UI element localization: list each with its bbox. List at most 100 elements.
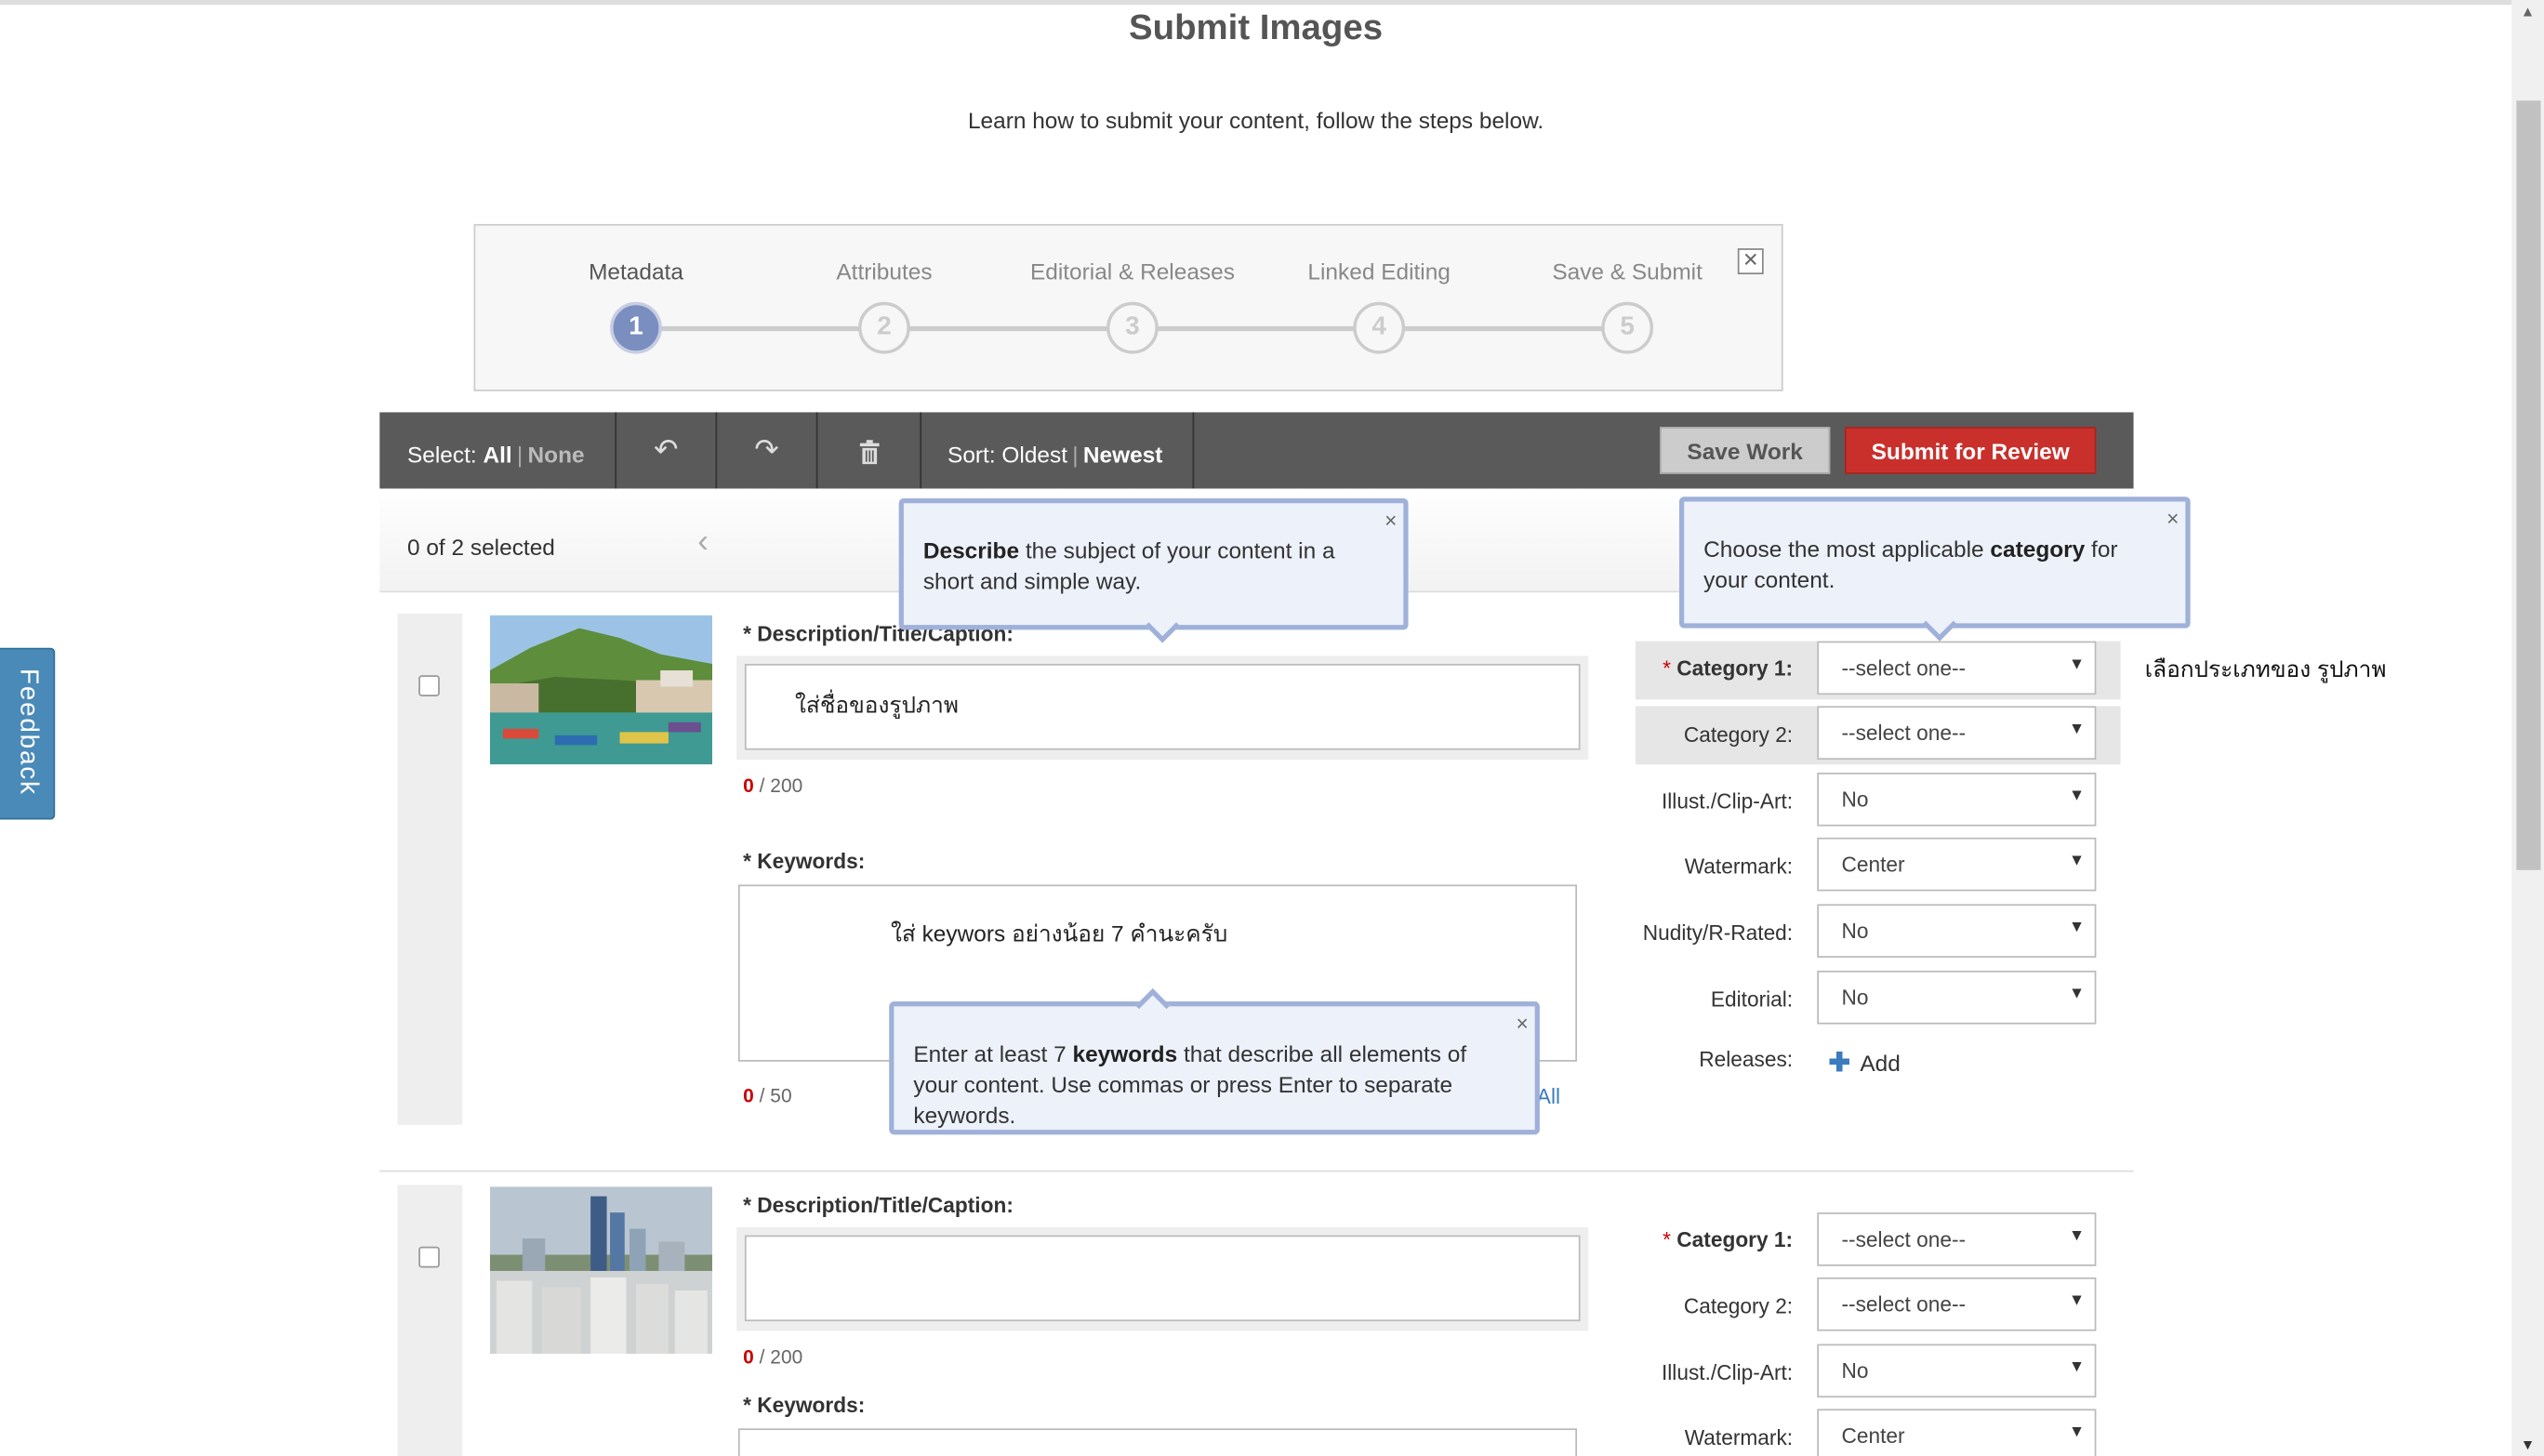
description-input[interactable]: ใส่ชื่อของรูปภาพ [744, 664, 1581, 750]
page-intro: Learn how to submit your content, follow… [967, 107, 1544, 134]
submit-for-review-button[interactable]: Submit for Review [1844, 427, 2097, 474]
thumbnail-image[interactable] [489, 615, 713, 765]
step-label: Editorial & Releases [1029, 258, 1235, 285]
trash-icon [858, 439, 879, 464]
category2-select[interactable]: --select one-- ▼ [1817, 706, 2097, 761]
close-icon[interactable]: ✕ [1737, 248, 1764, 275]
category1-label-text: Category 1: [1676, 655, 1794, 681]
close-icon[interactable]: × [1516, 1008, 1528, 1039]
select-value: --select one-- [1841, 655, 1967, 681]
scroll-down-icon[interactable]: ▼ [2511, 1434, 2544, 1456]
illust-select[interactable]: No ▼ [1817, 1343, 2097, 1398]
chevron-left-icon[interactable]: ‹ [697, 524, 709, 562]
selected-count: 0 of 2 selected [406, 534, 555, 561]
item-checkbox-column [397, 1185, 463, 1456]
select-value: Center [1841, 1423, 1905, 1449]
delete-button[interactable] [817, 412, 922, 489]
step-number: 2 [858, 301, 910, 354]
illust-label: Illust./Clip-Art: [1661, 788, 1794, 814]
feedback-tab[interactable]: Feedback [0, 647, 56, 820]
item-checkbox[interactable] [418, 1246, 440, 1268]
category-annotation: เลือกประเภทของ รูปภาพ [2144, 655, 2387, 682]
caret-down-icon: ▼ [2068, 787, 2086, 805]
select-label: Select: [406, 441, 477, 468]
keywords-label: * Keywords: [743, 849, 866, 874]
select-control: Select: All | None [379, 412, 617, 489]
step-number: 1 [610, 301, 662, 354]
page-title: Submit Images [1129, 6, 1384, 47]
nudity-select[interactable]: No ▼ [1817, 904, 2097, 959]
description-counter: 0 / 200 [743, 1345, 802, 1368]
add-release-button[interactable]: ✚ Add [1829, 1047, 1901, 1079]
char-max: / 200 [759, 1345, 803, 1369]
redo-button[interactable]: ↷ [717, 412, 818, 489]
watermark-select[interactable]: Center ▼ [1817, 837, 2097, 892]
thumbnail-image[interactable] [489, 1186, 713, 1355]
close-icon[interactable]: × [1385, 505, 1397, 536]
char-count: 0 [743, 1345, 754, 1369]
char-max: / 200 [759, 774, 803, 798]
step-label: Attributes [836, 258, 933, 285]
select-all-link[interactable]: All [483, 442, 511, 468]
step-number: 5 [1601, 301, 1654, 354]
plus-icon: ✚ [1828, 1050, 1850, 1079]
select-value: No [1841, 985, 1869, 1010]
category2-label: Category 2: [1683, 1293, 1794, 1318]
char-count: 0 [743, 774, 754, 798]
feedback-label: Feedback [14, 668, 43, 796]
sort-newest-link[interactable]: Newest [1083, 442, 1163, 468]
category1-label: * Category 1: [1663, 1226, 1794, 1252]
step-label: Metadata [589, 258, 683, 285]
caret-down-icon: ▼ [2068, 1358, 2086, 1377]
step-label: Save & Submit [1552, 258, 1703, 285]
item-checkbox[interactable] [418, 675, 440, 696]
scroll-thumb[interactable] [2516, 100, 2541, 870]
category-tooltip: × Choose the most applicable category fo… [1678, 496, 2191, 642]
watermark-label: Watermark: [1684, 1424, 1794, 1450]
category1-select[interactable]: --select one-- ▼ [1817, 1212, 2097, 1266]
caret-down-icon: ▼ [2068, 1423, 2086, 1442]
undo-button[interactable]: ↶ [616, 412, 718, 489]
caret-down-icon: ▼ [2068, 985, 2086, 1003]
step-number: 3 [1106, 301, 1159, 354]
toolbar: Select: All | None ↶ ↷ Sort: Oldest | Newest… [379, 412, 2134, 489]
page: Submit Images Learn how to submit your c… [0, 0, 2544, 1456]
separator: | [516, 441, 523, 468]
caret-down-icon: ▼ [2068, 1291, 2086, 1310]
close-icon[interactable]: × [2166, 503, 2179, 534]
tooltip-text: Choose the most applicable [1703, 536, 1991, 563]
select-value: --select one-- [1841, 1226, 1967, 1252]
vertical-scrollbar[interactable]: ▲ ▼ [2511, 0, 2544, 1456]
category1-select[interactable]: --select one-- ▼ [1817, 641, 2097, 695]
tooltip-bold: keywords [1072, 1040, 1178, 1067]
top-border [0, 0, 2512, 6]
tooltip-arrow [1145, 608, 1180, 643]
sort-oldest-link[interactable]: Oldest [1001, 442, 1067, 468]
select-value: --select one-- [1841, 1291, 1967, 1317]
watermark-label: Watermark: [1684, 854, 1794, 879]
description-input[interactable] [744, 1235, 1581, 1322]
editorial-select[interactable]: No ▼ [1817, 971, 2097, 1025]
cityscape-photo [489, 1186, 713, 1355]
caret-down-icon: ▼ [2068, 655, 2086, 674]
add-release-label: Add [1860, 1050, 1901, 1077]
item-divider [379, 1170, 2134, 1172]
select-value: No [1841, 919, 1869, 944]
select-none-link[interactable]: None [528, 442, 585, 468]
save-work-button[interactable]: Save Work [1660, 427, 1831, 474]
keywords-tooltip: × Enter at least 7 keywords that describ… [889, 988, 1540, 1135]
sort-control: Sort: Oldest | Newest [921, 412, 1195, 489]
keywords-input[interactable] [737, 1428, 1578, 1456]
category2-label: Category 2: [1683, 721, 1794, 748]
harbor-photo [489, 615, 713, 765]
step-label: Linked Editing [1307, 258, 1451, 285]
tooltip-text: Enter at least 7 [913, 1040, 1073, 1067]
scroll-up-icon[interactable]: ▲ [2511, 0, 2544, 22]
nudity-label: Nudity/R-Rated: [1642, 920, 1794, 946]
illust-select[interactable]: No ▼ [1817, 773, 2097, 827]
category1-label: * Category 1: [1663, 655, 1794, 681]
watermark-select[interactable]: Center ▼ [1817, 1409, 2097, 1456]
category2-select[interactable]: --select one-- ▼ [1817, 1277, 2097, 1331]
caret-down-icon: ▼ [2068, 721, 2086, 739]
select-value: --select one-- [1841, 721, 1967, 746]
